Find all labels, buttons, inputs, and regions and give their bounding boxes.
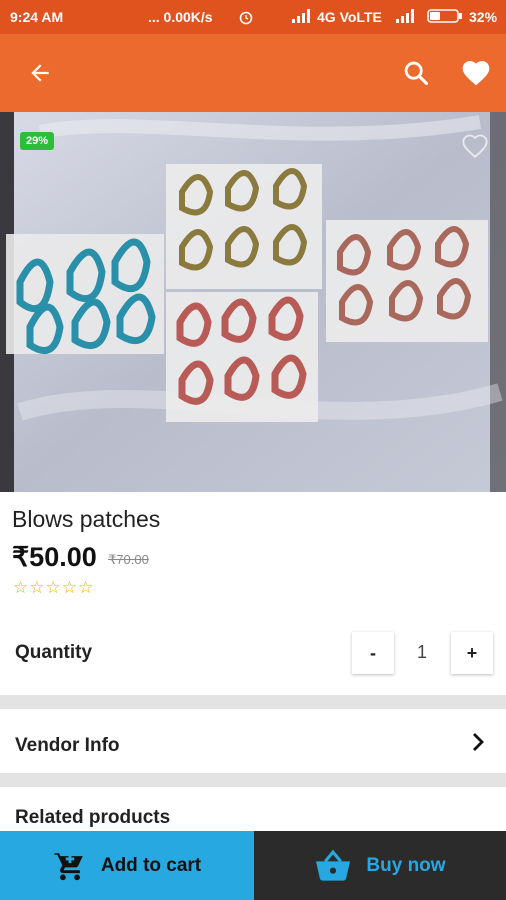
search-icon [404, 61, 429, 86]
related-products-heading: Related products [15, 807, 171, 828]
battery-icon [427, 9, 463, 26]
status-battery: 32% [469, 9, 498, 25]
wishlist-button[interactable] [456, 53, 496, 93]
search-button[interactable] [396, 53, 436, 93]
image-wishlist-button[interactable] [460, 132, 490, 165]
status-network-type: 4G VoLTE [317, 9, 382, 25]
add-to-cart-button[interactable]: Add to cart [0, 831, 254, 900]
product-title: Blows patches [12, 506, 161, 532]
buy-now-button[interactable]: Buy now [254, 831, 506, 900]
section-divider [0, 695, 506, 709]
status-bar: 9:24 AM ... 0.00K/s 4G VoLTE 32% [0, 0, 506, 34]
product-price: ₹50.00 [12, 542, 97, 572]
vendor-info-row[interactable]: Vendor Info [0, 709, 506, 773]
arrow-left-icon [31, 64, 49, 82]
section-divider-2 [0, 773, 506, 787]
basket-icon [316, 849, 351, 881]
status-network-speed: ... 0.00K/s [148, 9, 213, 25]
vendor-info-label: Vendor Info [15, 735, 120, 756]
product-photo [0, 112, 506, 492]
signal-icon [292, 9, 312, 26]
product-image[interactable]: 29% [0, 112, 506, 492]
status-time: 9:24 AM [10, 9, 64, 25]
alarm-icon [238, 9, 254, 28]
heart-icon [462, 61, 490, 86]
quantity-increment-button[interactable]: + [451, 632, 493, 674]
discount-badge: 29% [20, 132, 55, 150]
chevron-right-icon [466, 729, 490, 760]
original-price: ₹70.00 [108, 552, 149, 567]
back-button[interactable] [20, 53, 60, 93]
add-cart-icon [54, 851, 83, 880]
add-to-cart-label: Add to cart [100, 854, 202, 876]
signal-icon-2 [396, 9, 416, 26]
heart-outline-icon [462, 134, 488, 159]
app-bar [0, 34, 506, 112]
quantity-value: 1 [416, 642, 427, 662]
rating-stars: ☆☆☆☆☆ [13, 578, 95, 597]
bottom-action-bar: Add to cart Buy now [0, 831, 506, 900]
quantity-decrement-button[interactable]: - [352, 632, 394, 674]
buy-now-label: Buy now [366, 854, 446, 876]
quantity-label: Quantity [15, 642, 93, 663]
